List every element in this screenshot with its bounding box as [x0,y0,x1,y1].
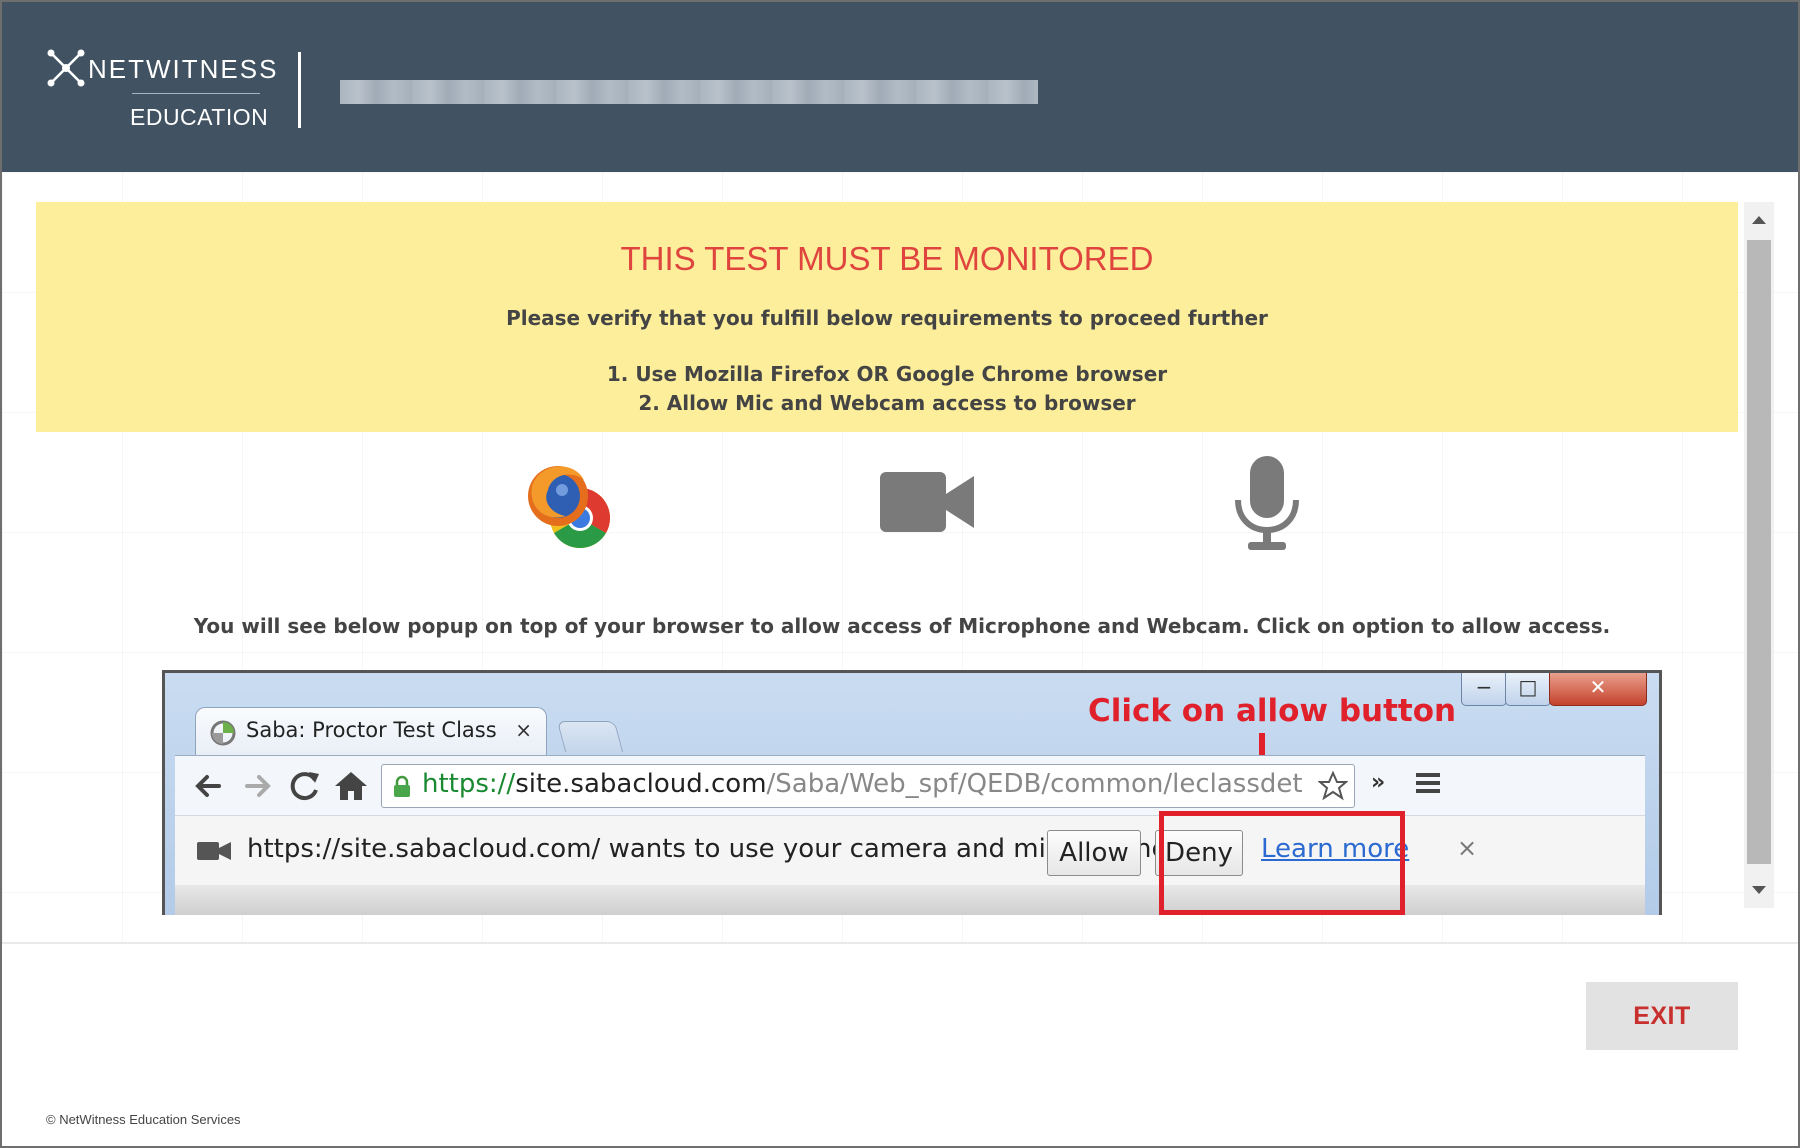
home-icon [335,772,367,800]
requirement-icons [2,456,1798,566]
tab-title: Saba: Proctor Test Class [246,718,497,742]
header-divider [298,52,301,128]
firefox-chrome-icon [528,466,611,549]
browser-toolbar: https://site.sabacloud.com/Saba/Web_spf/… [175,755,1645,816]
brand-subtitle: EDUCATION [130,104,269,130]
requirement-item: 1. Use Mozilla Firefox OR Google Chrome … [606,362,1168,386]
main-content: THIS TEST MUST BE MONITORED Please verif… [2,172,1798,942]
permission-infobar: https://site.sabacloud.com/ wants to use… [175,815,1645,886]
infobar-close-icon: × [1457,834,1478,862]
footer-divider [2,942,1798,944]
maximize-icon: □ [1505,673,1551,706]
extensions-overflow-icon: » [1371,770,1386,795]
banner-subtitle: Please verify that you fulfill below req… [506,306,1268,330]
exit-button[interactable]: EXIT [1586,982,1738,1050]
screenshot-page-edge [175,885,1645,915]
netwitness-logo-icon [47,49,85,87]
header-bar: NETWITNESS EDUCATION [2,2,1798,172]
url-text: https://site.sabacloud.com/Saba/Web_spf/… [422,769,1302,799]
allow-deny-highlight-box [1159,811,1405,915]
tab-close-icon: × [515,718,532,742]
address-bar: https://site.sabacloud.com/Saba/Web_spf/… [381,764,1355,808]
saba-favicon-icon [210,720,236,746]
window-controls: − □ ✕ [1461,673,1651,707]
minimize-icon: − [1461,673,1507,706]
infobar-camera-icon [197,842,231,860]
info-text: You will see below popup on top of your … [193,614,1611,638]
reload-icon [290,772,319,801]
lock-icon [394,775,410,797]
back-arrow-icon [195,775,221,797]
microphone-icon [1235,456,1299,550]
netwitness-logo: NETWITNESS EDUCATION [46,48,276,134]
window-close-icon: ✕ [1549,673,1647,706]
forward-arrow-icon [245,775,271,797]
brand-name: NETWITNESS [88,54,279,84]
banner-title: THIS TEST MUST BE MONITORED [620,240,1154,277]
browser-permission-screenshot: − □ ✕ Saba: Proctor Test Class × Click o… [162,670,1662,915]
logo-divider [132,93,260,94]
browser-tab: Saba: Proctor Test Class × [195,707,547,758]
new-tab-icon [556,721,624,752]
app-window: NETWITNESS EDUCATION THIS TEST MUST BE M… [0,0,1800,1148]
requirements-banner: THIS TEST MUST BE MONITORED Please verif… [36,202,1738,432]
video-camera-icon [880,472,974,532]
copyright-text: © NetWitness Education Services [46,1112,241,1127]
redacted-course-title [340,80,1038,104]
allow-button: Allow [1047,830,1141,876]
hamburger-menu-icon [1416,773,1440,793]
requirement-item: 2. Allow Mic and Webcam access to browse… [638,391,1136,415]
annotation-callout: Click on allow button [1088,693,1457,729]
infobar-message: https://site.sabacloud.com/ wants to use… [247,834,1176,864]
scroll-up-arrow-icon[interactable] [1744,208,1774,232]
bookmark-star-icon [1318,771,1348,801]
scroll-down-arrow-icon[interactable] [1744,878,1774,902]
